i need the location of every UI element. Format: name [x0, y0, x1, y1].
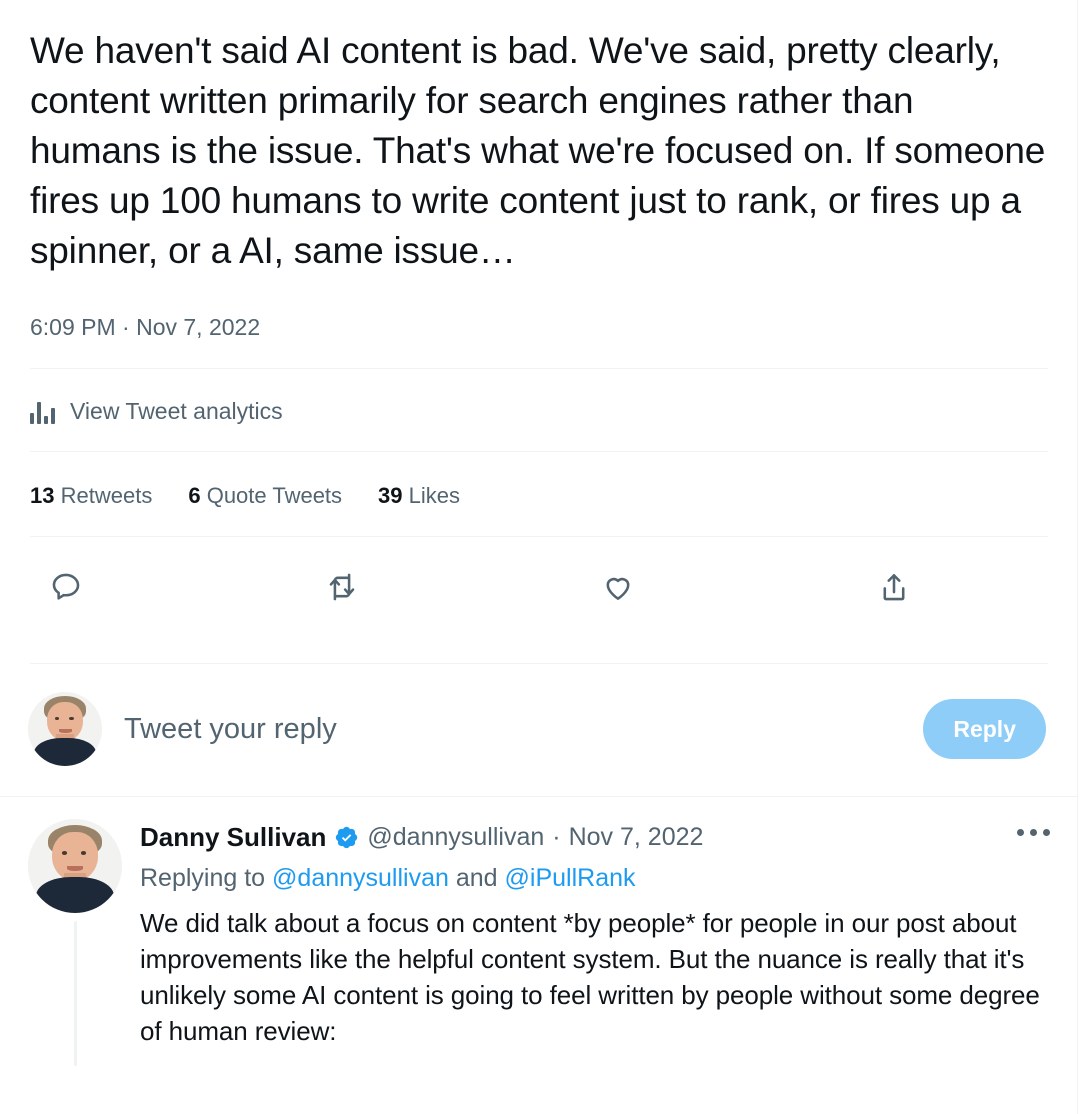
replying-to-prefix: Replying to	[140, 864, 266, 892]
composer-avatar[interactable]	[28, 692, 102, 766]
reply-submit-button[interactable]: Reply	[923, 699, 1046, 759]
reply-meta-separator: ·	[552, 823, 561, 851]
replying-to-mention-1[interactable]: @dannysullivan	[272, 864, 449, 892]
view-tweet-analytics-link[interactable]: View Tweet analytics	[0, 369, 1078, 425]
stat-quote-tweets-label: Quote Tweets	[206, 483, 343, 508]
like-icon	[601, 570, 635, 604]
stat-likes-count: 39	[378, 483, 403, 508]
retweet-icon	[325, 570, 359, 604]
verified-badge-icon	[334, 825, 359, 850]
stat-quote-tweets-count: 6	[188, 483, 201, 508]
stat-retweets-label: Retweets	[60, 483, 153, 508]
engagement-stats: 13 Retweets 6 Quote Tweets 39 Likes	[0, 452, 1078, 510]
reply-tweet[interactable]: Danny Sullivan @dannysullivan · Nov 7, 2…	[0, 797, 1078, 1066]
retweet-button[interactable]	[316, 561, 368, 613]
tweet-detail-column: We haven't said AI content is bad. We've…	[0, 0, 1078, 1066]
reply-tweet-text: We did talk about a focus on content *by…	[140, 908, 1040, 1046]
bar-chart-icon	[30, 399, 58, 424]
stat-retweets[interactable]: 13 Retweets	[30, 482, 152, 510]
stat-retweets-count: 13	[30, 483, 55, 508]
reply-author-avatar[interactable]	[28, 819, 122, 913]
reply-composer-input[interactable]: Tweet your reply	[124, 711, 901, 747]
main-tweet-timestamp[interactable]: 6:09 PM · Nov 7, 2022	[0, 276, 1078, 342]
reply-composer: Tweet your reply Reply	[0, 664, 1078, 796]
reply-icon	[49, 570, 83, 604]
thread-connector-line	[73, 921, 77, 1066]
replying-to-line: Replying to @dannysullivan and @iPullRan…	[140, 859, 1048, 897]
reply-date[interactable]: Nov 7, 2022	[569, 821, 704, 853]
reply-author-header: Danny Sullivan @dannysullivan · Nov 7, 2…	[140, 821, 1048, 853]
share-icon	[877, 570, 911, 604]
main-tweet-text: We haven't said AI content is bad. We've…	[30, 30, 1046, 271]
replying-to-conjunction: and	[455, 864, 498, 892]
reply-author-name[interactable]: Danny Sullivan	[140, 821, 326, 853]
view-tweet-analytics-label: View Tweet analytics	[70, 398, 283, 424]
reply-author-handle[interactable]: @dannysullivan	[367, 821, 544, 853]
tweet-action-bar	[0, 537, 960, 637]
reply-content: Danny Sullivan @dannysullivan · Nov 7, 2…	[140, 819, 1048, 1066]
more-horizontal-icon[interactable]	[1011, 823, 1056, 842]
like-button[interactable]	[592, 561, 644, 613]
stat-quote-tweets[interactable]: 6 Quote Tweets	[188, 482, 342, 510]
reply-button[interactable]	[40, 561, 92, 613]
reply-avatar-column	[28, 819, 122, 1066]
tweet-detail-page: We haven't said AI content is bad. We've…	[0, 0, 1088, 1114]
stat-likes-label: Likes	[408, 483, 461, 508]
share-button[interactable]	[868, 561, 920, 613]
stat-likes[interactable]: 39 Likes	[378, 482, 460, 510]
replying-to-mention-2[interactable]: @iPullRank	[505, 864, 636, 892]
